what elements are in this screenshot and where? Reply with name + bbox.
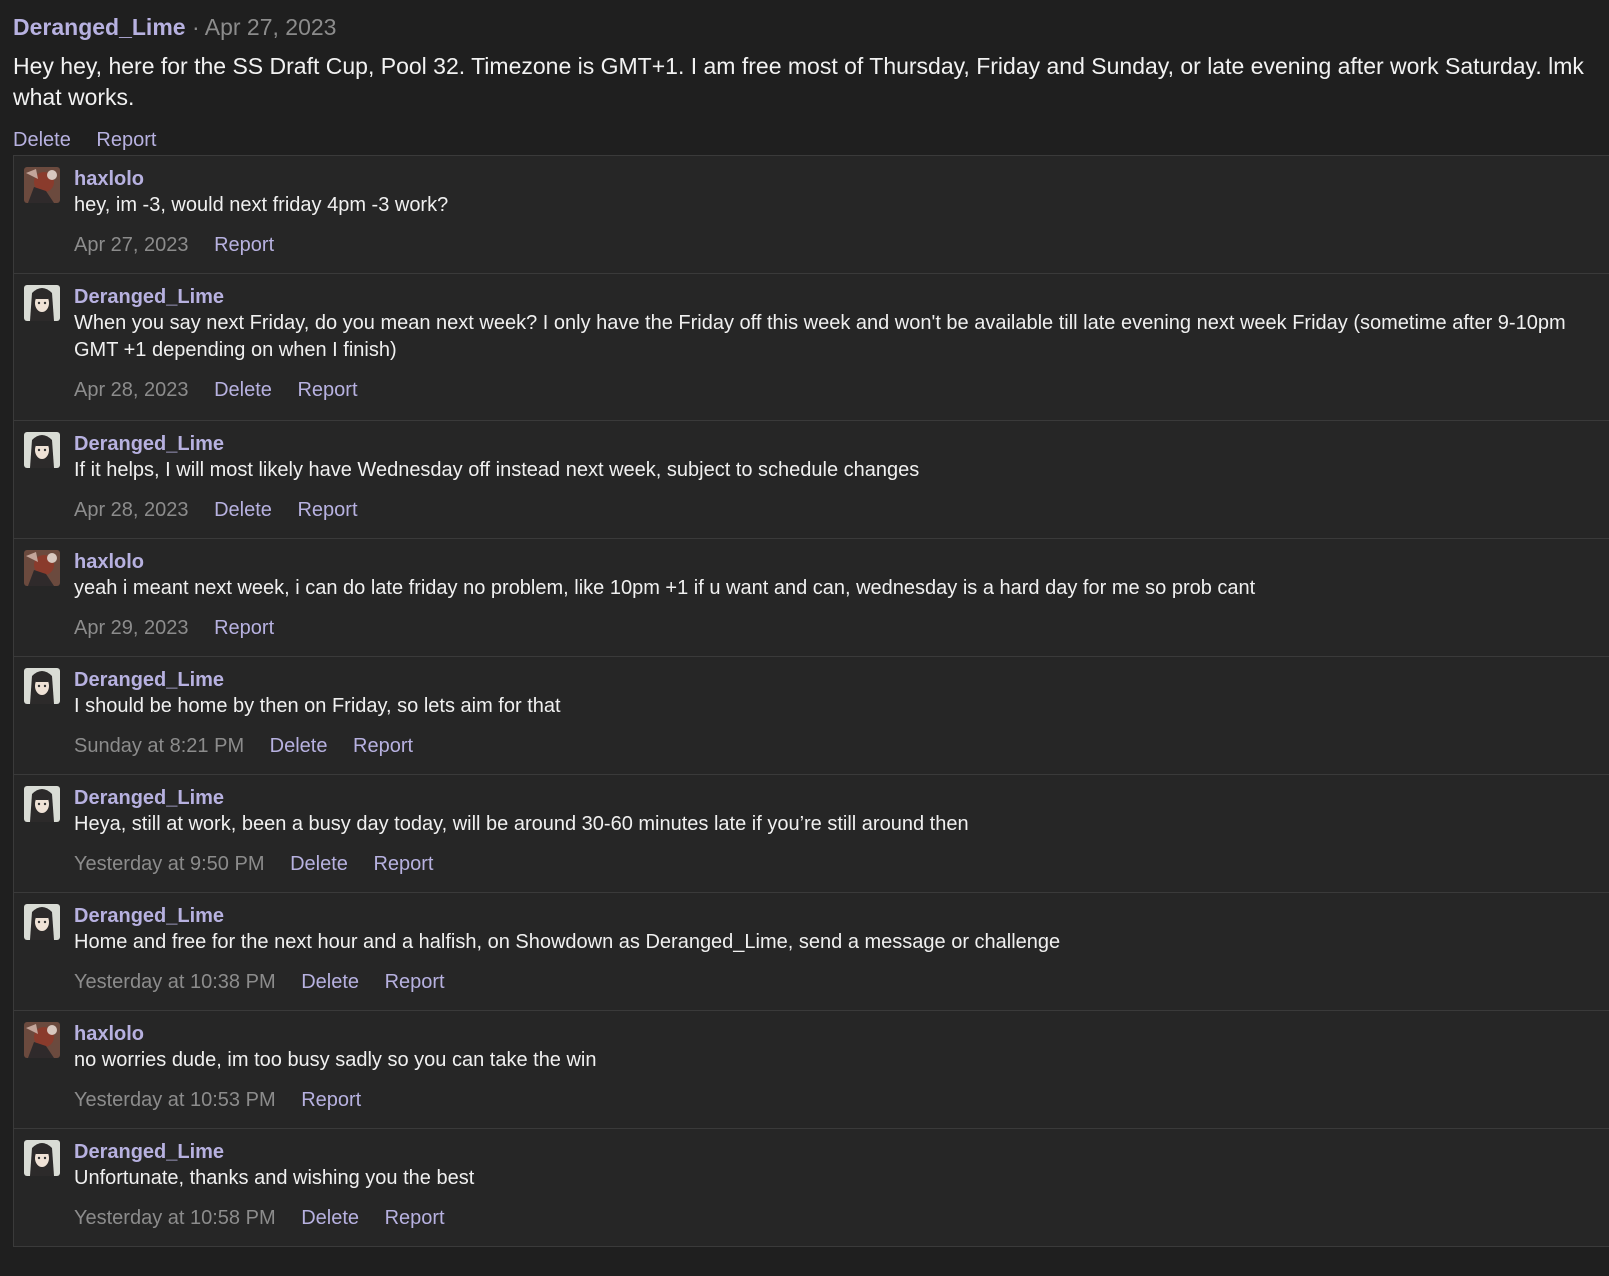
comment-delete-link[interactable]: Delete bbox=[214, 379, 272, 401]
comment-date[interactable]: Sunday at 8:21 PM bbox=[74, 735, 244, 757]
comment-date[interactable]: Yesterday at 10:53 PM bbox=[74, 1089, 276, 1111]
comment-report-link[interactable]: Report bbox=[214, 234, 274, 256]
comment-author-link[interactable]: Deranged_Lime bbox=[74, 785, 1599, 811]
comment-body: Home and free for the next hour and a ha… bbox=[74, 931, 1061, 953]
comment-meta: Apr 28, 2023 Delete Report bbox=[74, 497, 1599, 523]
comment-meta: Yesterday at 9:50 PM Delete Report bbox=[74, 851, 1599, 877]
comment-author-link[interactable]: haxlolo bbox=[74, 549, 1599, 575]
comment-item: haxlolo hey, im -3, would next friday 4p… bbox=[14, 156, 1609, 274]
comment-body: hey, im -3, would next friday 4pm -3 wor… bbox=[74, 194, 449, 216]
comment-report-link[interactable]: Report bbox=[301, 1089, 361, 1111]
haxlolo-avatar[interactable] bbox=[24, 550, 60, 586]
comment-meta: Yesterday at 10:38 PM Delete Report bbox=[74, 969, 1599, 995]
comment-date[interactable]: Yesterday at 10:58 PM bbox=[74, 1207, 276, 1229]
comment-body: When you say next Friday, do you mean ne… bbox=[74, 312, 1566, 361]
comment-body: yeah i meant next week, i can do late fr… bbox=[74, 577, 1256, 599]
comment-date[interactable]: Yesterday at 10:38 PM bbox=[74, 971, 276, 993]
comment-item: haxlolo yeah i meant next week, i can do… bbox=[14, 539, 1609, 657]
comment-body: Heya, still at work, been a busy day tod… bbox=[74, 813, 969, 835]
comment-meta: Apr 29, 2023 Report bbox=[74, 615, 1599, 641]
comment-report-link[interactable]: Report bbox=[385, 1207, 445, 1229]
comment-list: haxlolo hey, im -3, would next friday 4p… bbox=[13, 155, 1609, 1247]
comment-author-link[interactable]: Deranged_Lime bbox=[74, 667, 1599, 693]
deranged-lime-avatar[interactable] bbox=[24, 1140, 60, 1176]
deranged-lime-avatar[interactable] bbox=[24, 786, 60, 822]
comment-author-link[interactable]: Deranged_Lime bbox=[74, 431, 1599, 457]
comment-item: Deranged_Lime Heya, still at work, been … bbox=[14, 775, 1609, 893]
post-header: Deranged_Lime · Apr 27, 2023 bbox=[13, 12, 1596, 42]
comment-item: Deranged_Lime I should be home by then o… bbox=[14, 657, 1609, 775]
comment-meta: Apr 27, 2023 Report bbox=[74, 232, 1599, 258]
comment-report-link[interactable]: Report bbox=[297, 499, 357, 521]
comment-body: no worries dude, im too busy sadly so yo… bbox=[74, 1049, 597, 1071]
comment-delete-link[interactable]: Delete bbox=[301, 1207, 359, 1229]
comment-author-link[interactable]: Deranged_Lime bbox=[74, 284, 1599, 310]
comment-body: If it helps, I will most likely have Wed… bbox=[74, 459, 920, 481]
comment-item: Deranged_Lime If it helps, I will most l… bbox=[14, 421, 1609, 539]
deranged-lime-avatar[interactable] bbox=[24, 285, 60, 321]
comment-date[interactable]: Apr 28, 2023 bbox=[74, 379, 189, 401]
deranged-lime-avatar[interactable] bbox=[24, 668, 60, 704]
comment-date[interactable]: Apr 28, 2023 bbox=[74, 499, 189, 521]
post-actions: Delete Report bbox=[13, 129, 1596, 152]
comment-author-link[interactable]: Deranged_Lime bbox=[74, 903, 1599, 929]
post-delete-link[interactable]: Delete bbox=[13, 129, 71, 151]
comment-item: haxlolo no worries dude, im too busy sad… bbox=[14, 1011, 1609, 1129]
comment-body: I should be home by then on Friday, so l… bbox=[74, 695, 561, 717]
deranged-lime-avatar[interactable] bbox=[24, 432, 60, 468]
post-report-link[interactable]: Report bbox=[96, 129, 156, 151]
comment-meta: Yesterday at 10:58 PM Delete Report bbox=[74, 1205, 1599, 1231]
comment-date[interactable]: Apr 29, 2023 bbox=[74, 617, 189, 639]
comment-delete-link[interactable]: Delete bbox=[290, 853, 348, 875]
comment-delete-link[interactable]: Delete bbox=[270, 735, 328, 757]
comment-meta: Yesterday at 10:53 PM Report bbox=[74, 1087, 1599, 1113]
post-separator: · bbox=[191, 14, 200, 40]
comment-report-link[interactable]: Report bbox=[214, 617, 274, 639]
comment-report-link[interactable]: Report bbox=[353, 735, 413, 757]
deranged-lime-avatar[interactable] bbox=[24, 904, 60, 940]
comment-meta: Apr 28, 2023 Delete Report bbox=[74, 377, 1599, 403]
post-date: Apr 27, 2023 bbox=[204, 14, 337, 40]
comment-report-link[interactable]: Report bbox=[385, 971, 445, 993]
comment-item: Deranged_Lime When you say next Friday, … bbox=[14, 274, 1609, 421]
haxlolo-avatar[interactable] bbox=[24, 167, 60, 203]
comment-author-link[interactable]: haxlolo bbox=[74, 166, 1599, 192]
comment-report-link[interactable]: Report bbox=[297, 379, 357, 401]
post-body: Hey hey, here for the SS Draft Cup, Pool… bbox=[13, 53, 1584, 110]
profile-post: Deranged_Lime · Apr 27, 2023 Hey hey, he… bbox=[0, 0, 1609, 155]
post-author-link[interactable]: Deranged_Lime bbox=[13, 14, 186, 40]
comment-item: Deranged_Lime Unfortunate, thanks and wi… bbox=[14, 1129, 1609, 1247]
comment-date[interactable]: Apr 27, 2023 bbox=[74, 234, 189, 256]
comment-item: Deranged_Lime Home and free for the next… bbox=[14, 893, 1609, 1011]
comment-report-link[interactable]: Report bbox=[373, 853, 433, 875]
haxlolo-avatar[interactable] bbox=[24, 1022, 60, 1058]
comment-author-link[interactable]: Deranged_Lime bbox=[74, 1139, 1599, 1165]
comment-author-link[interactable]: haxlolo bbox=[74, 1021, 1599, 1047]
comment-delete-link[interactable]: Delete bbox=[214, 499, 272, 521]
comment-body: Unfortunate, thanks and wishing you the … bbox=[74, 1167, 475, 1189]
comment-delete-link[interactable]: Delete bbox=[301, 971, 359, 993]
comment-meta: Sunday at 8:21 PM Delete Report bbox=[74, 733, 1599, 759]
comment-date[interactable]: Yesterday at 9:50 PM bbox=[74, 853, 265, 875]
